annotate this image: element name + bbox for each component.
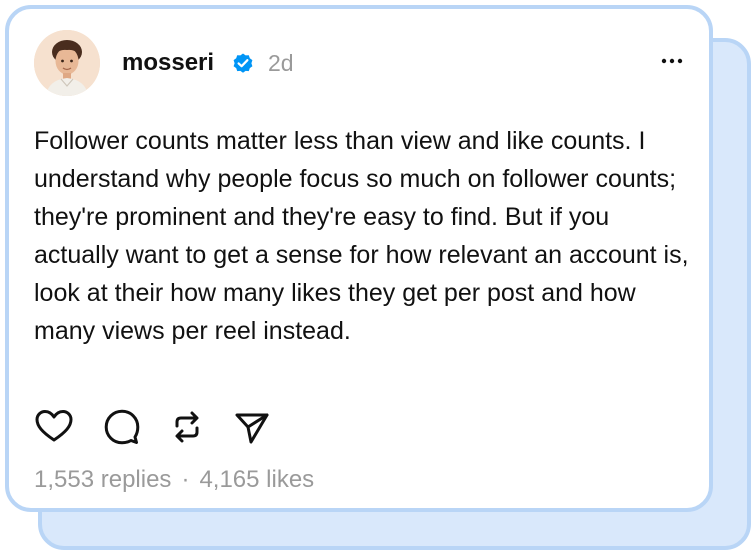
- more-options-icon[interactable]: [655, 49, 689, 73]
- verified-badge-icon: [233, 53, 253, 73]
- replies-count[interactable]: 1,553 replies: [34, 466, 171, 493]
- post-timestamp[interactable]: 2d: [268, 49, 294, 77]
- post-body-text: Follower counts matter less than view an…: [34, 127, 689, 345]
- engagement-stats: 1,553 replies · 4,165 likes: [34, 465, 314, 495]
- repost-icon[interactable]: [167, 407, 207, 447]
- post-card: mosseri 2d Follower counts matter less t…: [5, 5, 713, 512]
- username[interactable]: mosseri: [122, 49, 214, 77]
- stats-separator: ·: [181, 466, 190, 493]
- likes-count[interactable]: 4,165 likes: [199, 466, 314, 493]
- send-icon[interactable]: [232, 407, 272, 447]
- heart-icon[interactable]: [34, 407, 74, 447]
- comment-icon[interactable]: [102, 407, 142, 447]
- avatar[interactable]: [34, 30, 100, 96]
